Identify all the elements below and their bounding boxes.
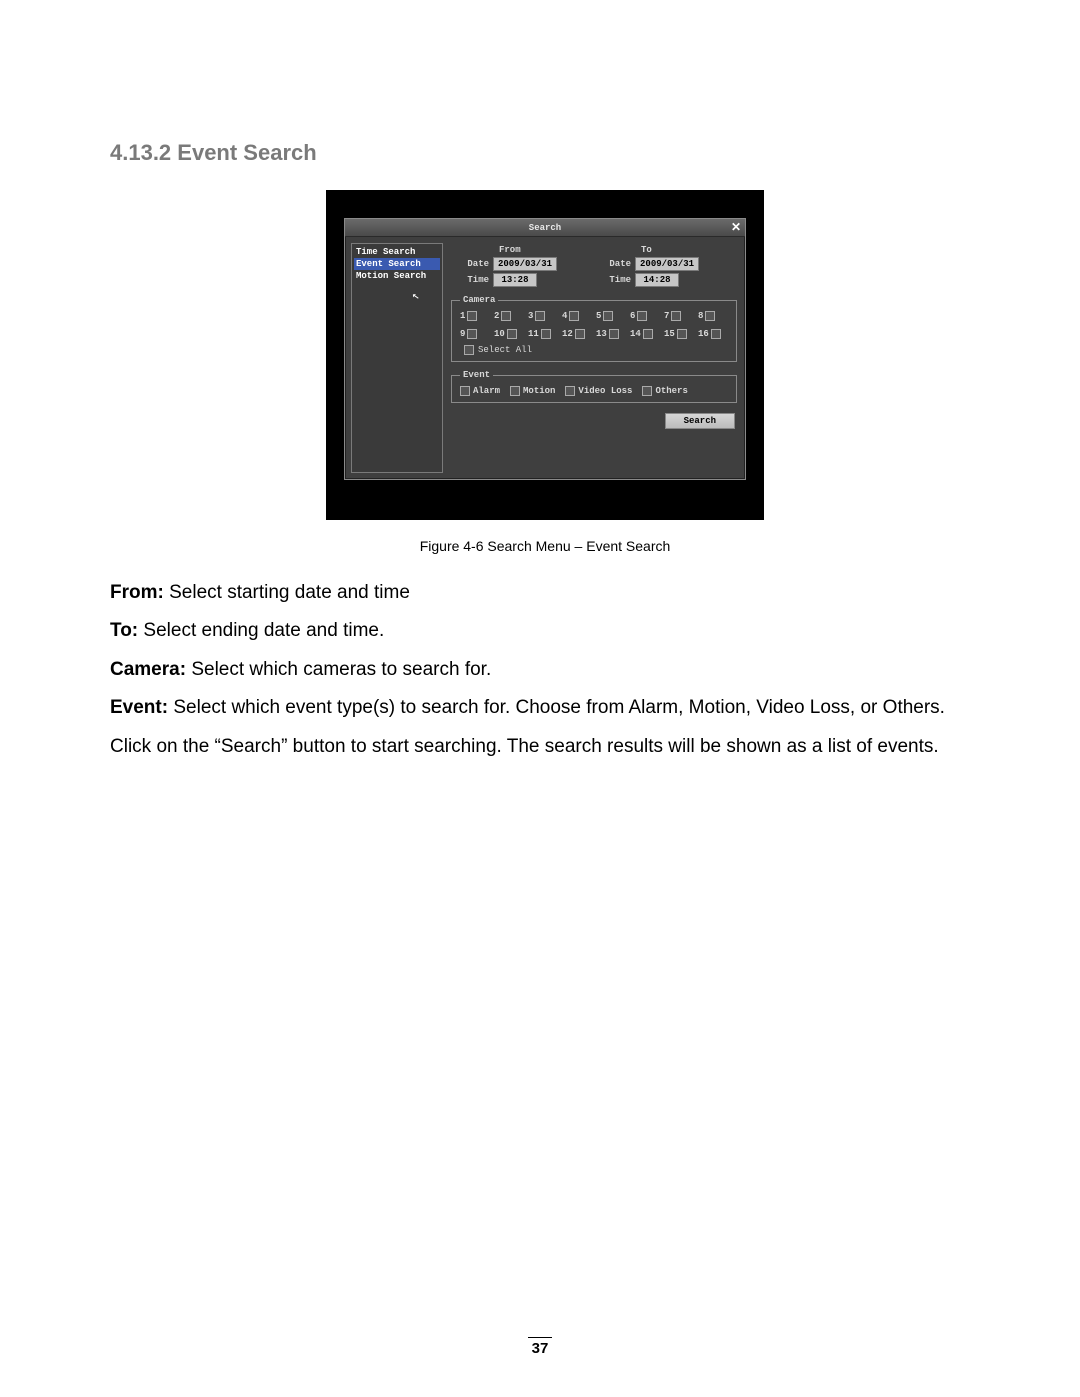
- camera-checkbox-3[interactable]: [535, 311, 545, 321]
- to-time-label: Time: [597, 275, 631, 285]
- camera-label-12: 12: [562, 329, 573, 339]
- page-number-block: 37: [0, 1337, 1080, 1357]
- from-time-input[interactable]: 13:28: [493, 273, 537, 287]
- camera-label-15: 15: [664, 329, 675, 339]
- camera-label: Camera:: [110, 659, 186, 680]
- search-window: Search ✕ Time Search Event Search Motion…: [344, 218, 746, 480]
- camera-label-9: 9: [460, 329, 465, 339]
- from-time-label: Time: [455, 275, 489, 285]
- camera-checkbox-16[interactable]: [711, 329, 721, 339]
- main-panel: From Date 2009/03/31 Time 13:28 To: [449, 243, 739, 473]
- close-icon[interactable]: ✕: [731, 220, 741, 234]
- camera-checkbox-6[interactable]: [637, 311, 647, 321]
- event-group: Event Alarm Motion Video Loss Others: [451, 370, 737, 403]
- sidebar-item-motion-search[interactable]: Motion Search: [354, 270, 440, 282]
- camera-checkbox-13[interactable]: [609, 329, 619, 339]
- from-date-label: Date: [455, 259, 489, 269]
- camera-label-4: 4: [562, 311, 567, 321]
- camera-checkbox-8[interactable]: [705, 311, 715, 321]
- search-button-row: Search: [449, 411, 739, 433]
- event-others-checkbox[interactable]: [642, 386, 652, 396]
- to-date-label: Date: [597, 259, 631, 269]
- event-motion-checkbox[interactable]: [510, 386, 520, 396]
- event-alarm-checkbox[interactable]: [460, 386, 470, 396]
- camera-grid: 1 2 3 4 5 6 7 8 9 10 11 12 13: [460, 311, 728, 339]
- event-videoloss-checkbox[interactable]: [565, 386, 575, 396]
- camera-checkbox-9[interactable]: [467, 329, 477, 339]
- from-column: From Date 2009/03/31 Time 13:28: [455, 245, 557, 287]
- sidebar: Time Search Event Search Motion Search ↖: [351, 243, 443, 473]
- camera-checkbox-10[interactable]: [507, 329, 517, 339]
- camera-checkbox-2[interactable]: [501, 311, 511, 321]
- camera-checkbox-1[interactable]: [467, 311, 477, 321]
- camera-label-5: 5: [596, 311, 601, 321]
- camera-group: Camera 1 2 3 4 5 6 7 8 9 10 11: [451, 295, 737, 362]
- select-all-checkbox[interactable]: [464, 345, 474, 355]
- event-label: Event:: [110, 697, 168, 718]
- from-date-input[interactable]: 2009/03/31: [493, 257, 557, 271]
- window-titlebar: Search ✕: [345, 219, 745, 237]
- from-heading: From: [455, 245, 557, 255]
- search-instruction: Click on the “Search” button to start se…: [110, 732, 980, 762]
- sidebar-item-time-search[interactable]: Time Search: [354, 246, 440, 258]
- camera-label-13: 13: [596, 329, 607, 339]
- body-text: From: Select starting date and time To: …: [110, 578, 980, 762]
- event-legend: Event: [460, 370, 493, 380]
- sidebar-item-event-search[interactable]: Event Search: [354, 258, 440, 270]
- camera-label-11: 11: [528, 329, 539, 339]
- from-desc: Select starting date and time: [164, 582, 410, 603]
- camera-checkbox-14[interactable]: [643, 329, 653, 339]
- event-videoloss-label: Video Loss: [578, 386, 632, 396]
- to-time-input[interactable]: 14:28: [635, 273, 679, 287]
- to-date-input[interactable]: 2009/03/31: [635, 257, 699, 271]
- camera-label-14: 14: [630, 329, 641, 339]
- event-desc: Select which event type(s) to search for…: [168, 697, 945, 718]
- camera-label-2: 2: [494, 311, 499, 321]
- camera-checkbox-15[interactable]: [677, 329, 687, 339]
- page-number-bar: [528, 1337, 552, 1338]
- cursor-icon: ↖: [411, 287, 421, 303]
- camera-label-1: 1: [460, 311, 465, 321]
- window-body: Time Search Event Search Motion Search ↖…: [345, 237, 745, 479]
- screenshot-container: Search ✕ Time Search Event Search Motion…: [326, 190, 764, 520]
- camera-desc: Select which cameras to search for.: [186, 659, 491, 680]
- window-title: Search: [529, 223, 561, 233]
- camera-legend: Camera: [460, 295, 498, 305]
- camera-label-16: 16: [698, 329, 709, 339]
- camera-checkbox-5[interactable]: [603, 311, 613, 321]
- to-desc: Select ending date and time.: [138, 620, 384, 641]
- camera-label-10: 10: [494, 329, 505, 339]
- to-label: To:: [110, 620, 138, 641]
- screenshot-black-frame: Search ✕ Time Search Event Search Motion…: [326, 190, 764, 520]
- event-row: Alarm Motion Video Loss Others: [460, 386, 728, 396]
- event-alarm-label: Alarm: [473, 386, 500, 396]
- camera-checkbox-7[interactable]: [671, 311, 681, 321]
- event-motion-label: Motion: [523, 386, 555, 396]
- camera-label-8: 8: [698, 311, 703, 321]
- event-others-label: Others: [655, 386, 687, 396]
- camera-checkbox-4[interactable]: [569, 311, 579, 321]
- camera-checkbox-11[interactable]: [541, 329, 551, 339]
- select-all-label: Select All: [478, 345, 532, 355]
- to-column: To Date 2009/03/31 Time 14:28: [597, 245, 699, 287]
- camera-checkbox-12[interactable]: [575, 329, 585, 339]
- from-to-row: From Date 2009/03/31 Time 13:28 To: [449, 243, 739, 287]
- search-button[interactable]: Search: [665, 413, 735, 429]
- camera-label-3: 3: [528, 311, 533, 321]
- page-number: 37: [0, 1340, 1080, 1357]
- select-all-row: Select All: [464, 345, 728, 355]
- camera-label-6: 6: [630, 311, 635, 321]
- camera-label-7: 7: [664, 311, 669, 321]
- section-heading: 4.13.2 Event Search: [110, 140, 980, 166]
- from-label: From:: [110, 582, 164, 603]
- figure-caption: Figure 4-6 Search Menu – Event Search: [110, 538, 980, 554]
- to-heading: To: [597, 245, 699, 255]
